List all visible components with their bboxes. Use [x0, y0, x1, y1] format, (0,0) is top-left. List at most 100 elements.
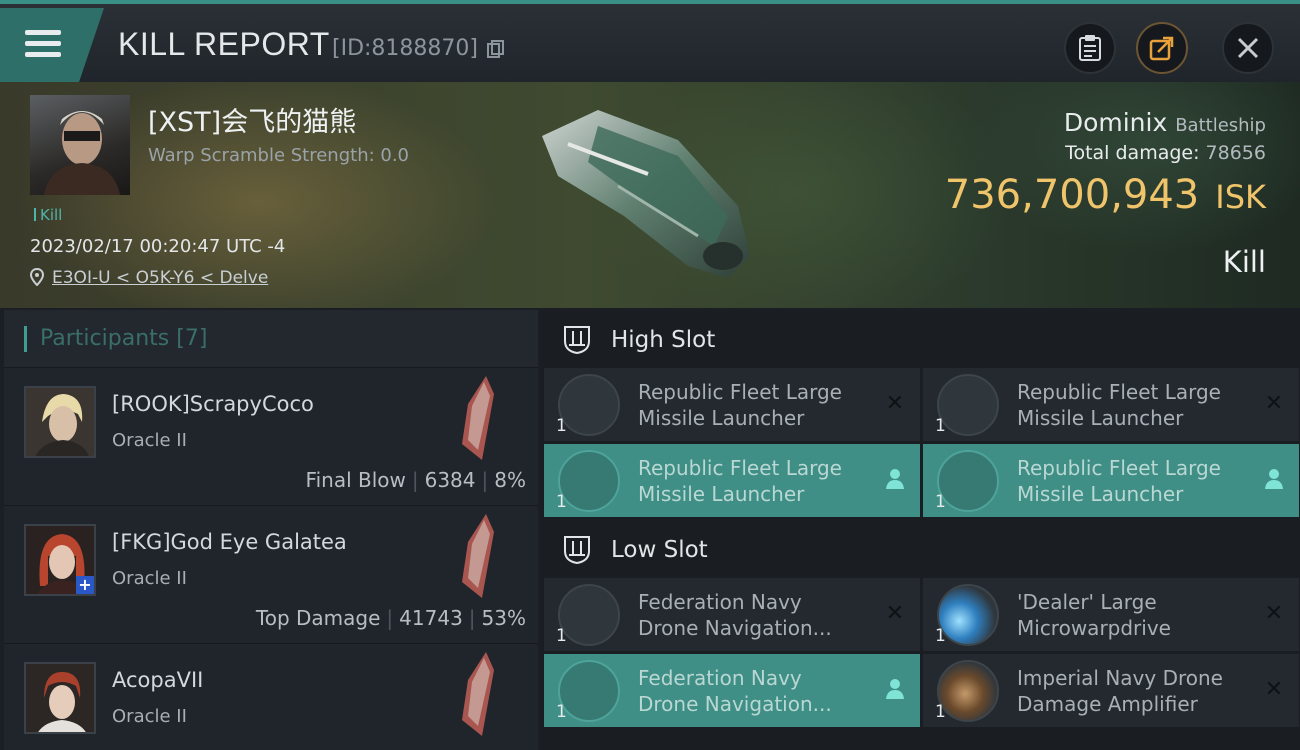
close-icon [1237, 37, 1259, 59]
module-cell[interactable]: 1 Republic Fleet Large Missile Launcher … [544, 368, 920, 441]
low-slot-icon [564, 536, 590, 565]
participant-stats: Final Blow | 6384 | 8% [306, 468, 526, 492]
victim-banner: [XST]会飞的猫熊 Warp Scramble Strength: 0.0 K… [0, 82, 1300, 308]
module-name-line2: Missile Launcher [1017, 482, 1184, 506]
module-quantity: 1 [935, 702, 946, 722]
oracle-ship-icon [462, 514, 494, 598]
participant-row[interactable]: [ROOK]ScrapyCoco Oracle II Final Blow | 63… [4, 368, 538, 506]
module-name-line2: Missile Launcher [638, 406, 805, 430]
kill-result: Kill [1222, 245, 1266, 279]
participant-avatar[interactable]: + [24, 524, 96, 596]
module-name-line2: Drone Navigation... [638, 616, 832, 640]
module-quantity: 1 [556, 416, 567, 436]
kill-tag: Kill [34, 206, 62, 224]
module-name-line1: Republic Fleet Large [638, 456, 842, 480]
participant-name: [ROOK]ScrapyCoco [112, 392, 314, 416]
page-title: KILL REPORT [118, 26, 330, 62]
participant-percent: 8% [494, 468, 526, 492]
plus-badge: + [76, 576, 94, 594]
drone-navigation-icon [558, 660, 620, 722]
low-slot-grid: 1 Federation Navy Drone Navigation... ✕ … [541, 578, 1300, 727]
missile-launcher-icon [937, 450, 999, 512]
copy-icon[interactable] [487, 40, 504, 58]
module-name-line1: Imperial Navy Drone [1017, 666, 1223, 690]
destroyed-icon: ✕ [1264, 601, 1284, 626]
module-quantity: 1 [556, 626, 567, 646]
participant-row[interactable]: + [FKG]God Eye Galatea Oracle II Top Dam… [4, 506, 538, 644]
module-cell[interactable]: 1 Republic Fleet Large Missile Launcher … [923, 368, 1299, 441]
destroyed-icon: ✕ [885, 601, 905, 626]
ship-name-block: Dominix Battleship [1064, 108, 1266, 137]
module-quantity: 1 [935, 626, 946, 646]
module-name-line2: Missile Launcher [638, 482, 805, 506]
share-button[interactable] [1136, 22, 1188, 74]
microwarpdrive-icon [937, 584, 999, 646]
high-slot-label: High Slot [611, 327, 716, 353]
participant-damage: 6384 [424, 468, 476, 492]
header-accent-bar [24, 326, 27, 352]
participant-ship: Oracle II [112, 568, 187, 589]
module-quantity: 1 [556, 492, 567, 512]
dropped-person-icon [884, 678, 906, 702]
damage-amplifier-icon [937, 660, 999, 722]
participants-title: Participants [7] [40, 326, 207, 351]
total-damage-label: Total damage: [1065, 142, 1200, 164]
stats-separator: | [411, 468, 419, 492]
low-slot-label: Low Slot [611, 537, 708, 563]
ship-image[interactable] [528, 96, 768, 296]
participant-row[interactable]: AcopaVII Oracle II [4, 644, 538, 750]
module-cell[interactable]: 1 Republic Fleet Large Missile Launcher [544, 444, 920, 517]
module-name-line2: Damage Amplifier [1017, 692, 1198, 716]
participant-role: Top Damage [255, 606, 381, 630]
module-name-line1: Republic Fleet Large [1017, 456, 1221, 480]
participants-count: [7] [176, 326, 208, 351]
module-cell[interactable]: 1 Republic Fleet Large Missile Launcher [923, 444, 1299, 517]
ship-class: Battleship [1175, 115, 1266, 136]
module-name-line1: Federation Navy [638, 666, 802, 690]
participant-percent: 53% [481, 606, 526, 630]
missile-launcher-icon [937, 374, 999, 436]
participants-panel: Participants [7] [ROOK]ScrapyCoco Oracle… [4, 310, 538, 750]
victim-avatar[interactable] [30, 95, 130, 195]
clipboard-button[interactable] [1064, 22, 1116, 74]
stats-separator: | [481, 468, 489, 492]
participant-damage: 41743 [399, 606, 463, 630]
module-quantity: 1 [935, 492, 946, 512]
missile-launcher-icon [558, 450, 620, 512]
clipboard-icon [1079, 35, 1101, 61]
participant-avatar[interactable] [24, 662, 96, 734]
participant-name: AcopaVII [112, 668, 204, 692]
module-cell[interactable]: 1 Federation Navy Drone Navigation... ✕ [544, 578, 920, 651]
destroyed-icon: ✕ [1264, 677, 1284, 702]
total-damage: Total damage: 78656 [1065, 142, 1266, 164]
stats-separator: | [468, 606, 476, 630]
close-button[interactable] [1222, 22, 1274, 74]
module-cell[interactable]: 1 Imperial Navy Drone Damage Amplifier ✕ [923, 654, 1299, 727]
module-cell[interactable]: 1 'Dealer' Large Microwarpdrive ✕ [923, 578, 1299, 651]
drone-navigation-icon [558, 584, 620, 646]
location-link[interactable]: E3OI-U < O5K-Y6 < Delve [52, 268, 268, 288]
module-name-line2: Drone Navigation... [638, 692, 832, 716]
destroyed-icon: ✕ [885, 391, 905, 416]
participant-avatar[interactable] [24, 386, 96, 458]
oracle-ship-icon [462, 652, 494, 736]
module-quantity: 1 [935, 416, 946, 436]
victim-name: [XST]会飞的猫熊 [148, 107, 357, 138]
high-slot-icon [564, 326, 590, 355]
low-slot-header: Low Slot [541, 520, 1300, 578]
menu-button[interactable] [0, 8, 104, 82]
isk-value: 736,700,943 [944, 172, 1200, 218]
high-slot-grid: 1 Republic Fleet Large Missile Launcher … [541, 368, 1300, 517]
ship-name: Dominix [1063, 108, 1168, 137]
share-icon [1149, 36, 1174, 61]
participants-header[interactable]: Participants [7] [4, 310, 538, 368]
module-name-line2: Microwarpdrive [1017, 616, 1171, 640]
participants-label: Participants [40, 326, 170, 351]
isk-currency: ISK [1215, 178, 1266, 216]
module-name-line2: Missile Launcher [1017, 406, 1184, 430]
stats-separator: | [386, 606, 394, 630]
participant-role: Final Blow [305, 468, 406, 492]
module-cell[interactable]: 1 Federation Navy Drone Navigation... [544, 654, 920, 727]
module-name-line1: Federation Navy [638, 590, 802, 614]
isk-value-block: 736,700,943 ISK [945, 172, 1266, 218]
